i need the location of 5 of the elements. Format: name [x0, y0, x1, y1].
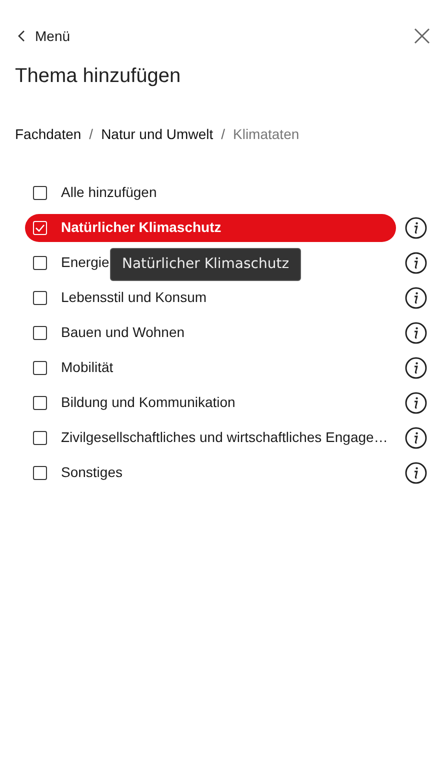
breadcrumb-current: Klimataten: [233, 125, 300, 144]
breadcrumb-separator: /: [89, 125, 94, 144]
panel-title: Thema hinzufügen: [15, 64, 181, 89]
breadcrumb-separator: /: [221, 125, 225, 144]
tooltip: Natürlicher Klimaschutz: [110, 248, 302, 281]
